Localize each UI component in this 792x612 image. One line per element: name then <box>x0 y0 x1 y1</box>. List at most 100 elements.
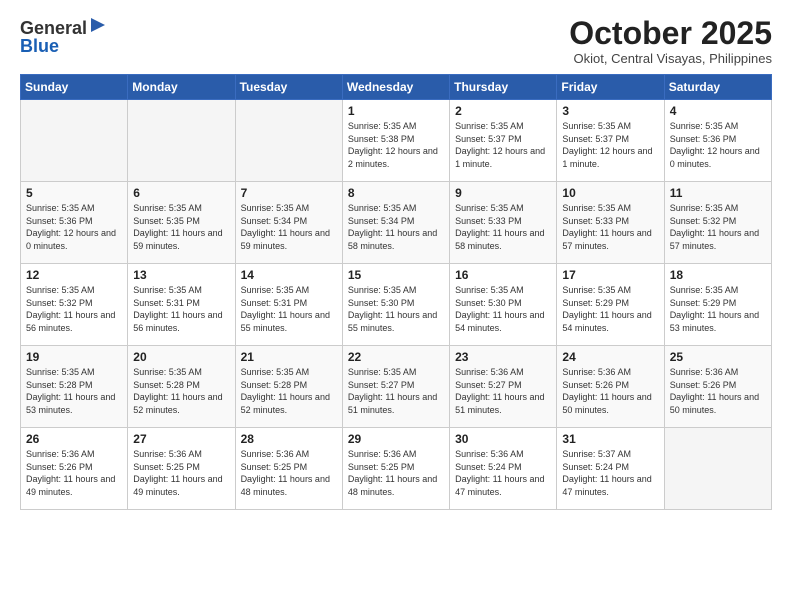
calendar-cell: 18Sunrise: 5:35 AM Sunset: 5:29 PM Dayli… <box>664 264 771 346</box>
day-info: Sunrise: 5:36 AM Sunset: 5:26 PM Dayligh… <box>670 366 766 416</box>
day-number: 31 <box>562 432 658 446</box>
month-title: October 2025 <box>569 16 772 51</box>
calendar-cell: 4Sunrise: 5:35 AM Sunset: 5:36 PM Daylig… <box>664 100 771 182</box>
day-number: 5 <box>26 186 122 200</box>
day-number: 23 <box>455 350 551 364</box>
logo-flag-icon <box>89 16 107 34</box>
logo-blue: Blue <box>20 37 59 57</box>
header: General Blue October 2025 Okiot, Central… <box>20 16 772 66</box>
day-info: Sunrise: 5:36 AM Sunset: 5:25 PM Dayligh… <box>133 448 229 498</box>
col-sunday: Sunday <box>21 75 128 100</box>
day-number: 25 <box>670 350 766 364</box>
day-number: 15 <box>348 268 444 282</box>
day-number: 3 <box>562 104 658 118</box>
calendar-cell: 24 Sunrise: 5:36 AM Sunset: 5:26 PM Dayli… <box>557 346 664 428</box>
day-number: 12 <box>26 268 122 282</box>
calendar-cell: 23 Sunrise: 5:36 AM Sunset: 5:27 PM Dayli… <box>450 346 557 428</box>
day-info: Sunrise: 5:36 AM Sunset: 5:24 PM Dayligh… <box>455 448 551 498</box>
day-info: Sunrise: 5:35 AM Sunset: 5:32 PM Dayligh… <box>670 202 766 252</box>
day-number: 22 <box>348 350 444 364</box>
calendar-cell: 10Sunrise: 5:35 AM Sunset: 5:33 PM Dayli… <box>557 182 664 264</box>
day-info: Sunrise: 5:36 AM Sunset: 5:26 PM Dayligh… <box>562 366 658 416</box>
day-info: Sunrise: 5:35 AM Sunset: 5:30 PM Dayligh… <box>348 284 444 334</box>
calendar-cell: 26 Sunrise: 5:36 AM Sunset: 5:26 PM Dayli… <box>21 428 128 510</box>
day-number: 7 <box>241 186 337 200</box>
col-saturday: Saturday <box>664 75 771 100</box>
day-info: Sunrise: 5:35 AM Sunset: 5:37 PM Dayligh… <box>562 120 658 170</box>
calendar-cell: 25 Sunrise: 5:36 AM Sunset: 5:26 PM Dayli… <box>664 346 771 428</box>
calendar: Sunday Monday Tuesday Wednesday Thursday… <box>20 74 772 510</box>
day-number: 29 <box>348 432 444 446</box>
day-info: Sunrise: 5:35 AM Sunset: 5:34 PM Dayligh… <box>241 202 337 252</box>
day-info: Sunrise: 5:35 AM Sunset: 5:30 PM Dayligh… <box>455 284 551 334</box>
day-info: Sunrise: 5:36 AM Sunset: 5:27 PM Dayligh… <box>455 366 551 416</box>
col-tuesday: Tuesday <box>235 75 342 100</box>
day-number: 30 <box>455 432 551 446</box>
logo-text: General Blue <box>20 16 107 57</box>
week-row-1: 1 Sunrise: 5:35 AM Sunset: 5:38 PM Daylig… <box>21 100 772 182</box>
day-number: 14 <box>241 268 337 282</box>
calendar-cell: 12 Sunrise: 5:35 AM Sunset: 5:32 PM Dayli… <box>21 264 128 346</box>
day-info: Sunrise: 5:35 AM Sunset: 5:33 PM Dayligh… <box>455 202 551 252</box>
day-info: Sunrise: 5:35 AM Sunset: 5:28 PM Dayligh… <box>26 366 122 416</box>
calendar-cell: 17 Sunrise: 5:35 AM Sunset: 5:29 PM Dayli… <box>557 264 664 346</box>
day-info: Sunrise: 5:35 AM Sunset: 5:28 PM Dayligh… <box>133 366 229 416</box>
day-info: Sunrise: 5:35 AM Sunset: 5:32 PM Dayligh… <box>26 284 122 334</box>
day-info: Sunrise: 5:35 AM Sunset: 5:36 PM Dayligh… <box>26 202 122 252</box>
day-info: Sunrise: 5:36 AM Sunset: 5:26 PM Dayligh… <box>26 448 122 498</box>
day-number: 20 <box>133 350 229 364</box>
location: Okiot, Central Visayas, Philippines <box>569 51 772 66</box>
day-info: Sunrise: 5:35 AM Sunset: 5:29 PM Dayligh… <box>562 284 658 334</box>
logo: General Blue <box>20 16 107 57</box>
day-number: 9 <box>455 186 551 200</box>
calendar-cell <box>128 100 235 182</box>
day-number: 16 <box>455 268 551 282</box>
day-info: Sunrise: 5:36 AM Sunset: 5:25 PM Dayligh… <box>241 448 337 498</box>
calendar-cell: 2 Sunrise: 5:35 AM Sunset: 5:37 PM Daylig… <box>450 100 557 182</box>
col-monday: Monday <box>128 75 235 100</box>
calendar-cell: 31 Sunrise: 5:37 AM Sunset: 5:24 PM Dayli… <box>557 428 664 510</box>
day-number: 10 <box>562 186 658 200</box>
calendar-cell: 28Sunrise: 5:36 AM Sunset: 5:25 PM Dayli… <box>235 428 342 510</box>
calendar-cell: 8 Sunrise: 5:35 AM Sunset: 5:34 PM Daylig… <box>342 182 449 264</box>
calendar-cell: 30 Sunrise: 5:36 AM Sunset: 5:24 PM Dayli… <box>450 428 557 510</box>
calendar-cell: 7 Sunrise: 5:35 AM Sunset: 5:34 PM Daylig… <box>235 182 342 264</box>
day-number: 18 <box>670 268 766 282</box>
day-info: Sunrise: 5:37 AM Sunset: 5:24 PM Dayligh… <box>562 448 658 498</box>
day-info: Sunrise: 5:35 AM Sunset: 5:35 PM Dayligh… <box>133 202 229 252</box>
calendar-cell: 11 Sunrise: 5:35 AM Sunset: 5:32 PM Dayli… <box>664 182 771 264</box>
calendar-cell: 16 Sunrise: 5:35 AM Sunset: 5:30 PM Dayli… <box>450 264 557 346</box>
calendar-cell: 21Sunrise: 5:35 AM Sunset: 5:28 PM Dayli… <box>235 346 342 428</box>
day-number: 6 <box>133 186 229 200</box>
col-wednesday: Wednesday <box>342 75 449 100</box>
day-info: Sunrise: 5:35 AM Sunset: 5:37 PM Dayligh… <box>455 120 551 170</box>
calendar-cell: 5 Sunrise: 5:35 AM Sunset: 5:36 PM Daylig… <box>21 182 128 264</box>
day-number: 8 <box>348 186 444 200</box>
day-info: Sunrise: 5:35 AM Sunset: 5:36 PM Dayligh… <box>670 120 766 170</box>
day-number: 19 <box>26 350 122 364</box>
col-thursday: Thursday <box>450 75 557 100</box>
calendar-cell: 29Sunrise: 5:36 AM Sunset: 5:25 PM Dayli… <box>342 428 449 510</box>
calendar-cell <box>21 100 128 182</box>
page: General Blue October 2025 Okiot, Central… <box>0 0 792 612</box>
day-info: Sunrise: 5:35 AM Sunset: 5:38 PM Dayligh… <box>348 120 444 170</box>
day-info: Sunrise: 5:35 AM Sunset: 5:34 PM Dayligh… <box>348 202 444 252</box>
day-number: 2 <box>455 104 551 118</box>
day-number: 17 <box>562 268 658 282</box>
day-number: 26 <box>26 432 122 446</box>
week-row-2: 5 Sunrise: 5:35 AM Sunset: 5:36 PM Daylig… <box>21 182 772 264</box>
day-number: 11 <box>670 186 766 200</box>
calendar-cell: 14 Sunrise: 5:35 AM Sunset: 5:31 PM Dayli… <box>235 264 342 346</box>
day-number: 13 <box>133 268 229 282</box>
calendar-cell: 13Sunrise: 5:35 AM Sunset: 5:31 PM Dayli… <box>128 264 235 346</box>
calendar-cell <box>235 100 342 182</box>
calendar-cell: 19 Sunrise: 5:35 AM Sunset: 5:28 PM Dayli… <box>21 346 128 428</box>
calendar-cell: 9 Sunrise: 5:35 AM Sunset: 5:33 PM Daylig… <box>450 182 557 264</box>
day-number: 1 <box>348 104 444 118</box>
logo-general: General <box>20 18 87 38</box>
week-row-3: 12 Sunrise: 5:35 AM Sunset: 5:32 PM Dayli… <box>21 264 772 346</box>
day-number: 24 <box>562 350 658 364</box>
day-info: Sunrise: 5:35 AM Sunset: 5:31 PM Dayligh… <box>241 284 337 334</box>
col-friday: Friday <box>557 75 664 100</box>
calendar-cell: 15 Sunrise: 5:35 AM Sunset: 5:30 PM Dayli… <box>342 264 449 346</box>
